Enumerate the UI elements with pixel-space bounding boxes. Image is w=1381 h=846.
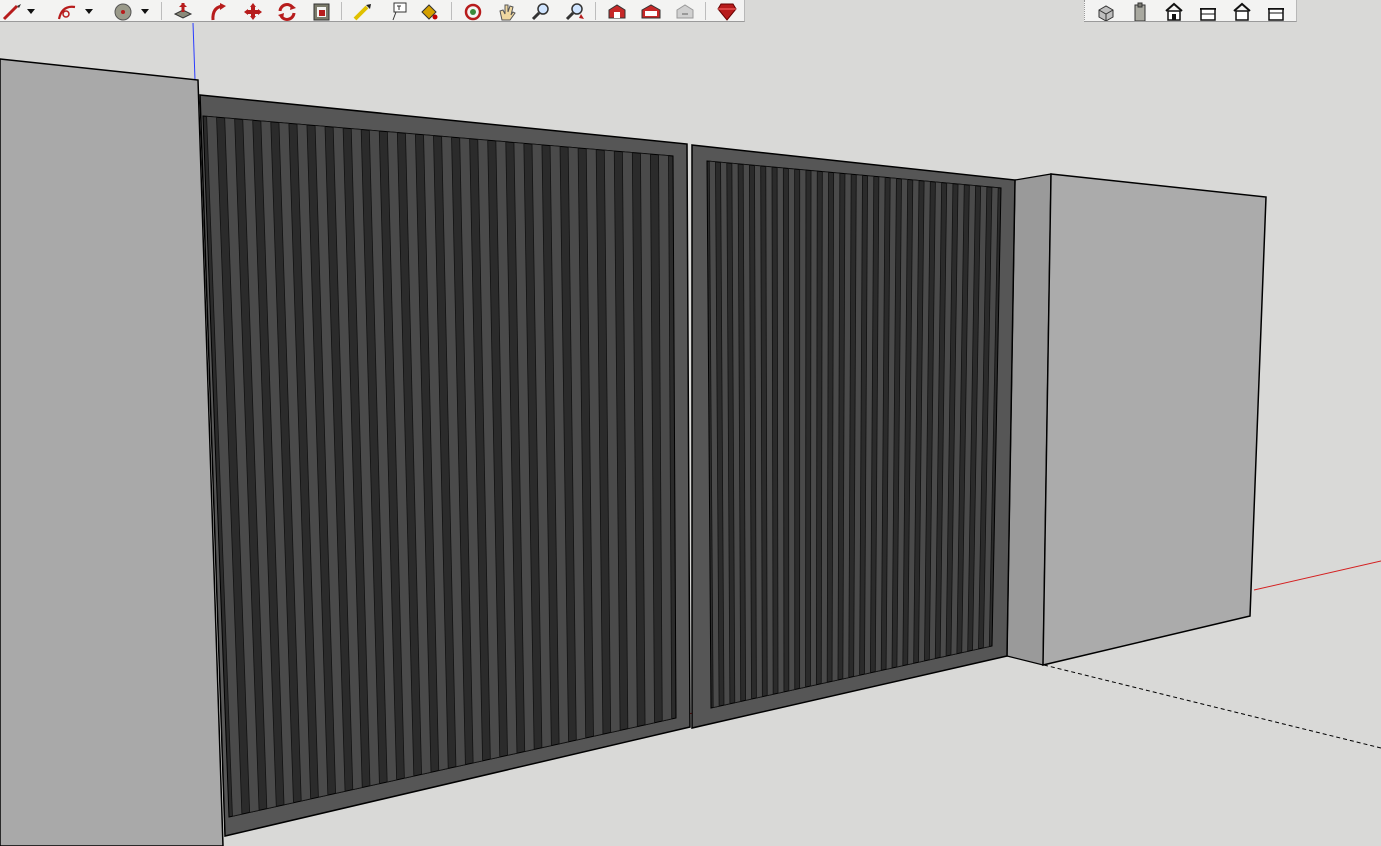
pencil-line-icon[interactable] (0, 1, 26, 21)
share-model-icon[interactable] (672, 1, 698, 21)
arc-icon[interactable] (54, 1, 80, 21)
circle-icon[interactable] (110, 1, 136, 21)
gate-slat (820, 171, 829, 685)
right-pillar-front[interactable] (1042, 173, 1267, 666)
gate-slat (765, 165, 774, 697)
rotate-icon[interactable] (274, 1, 300, 21)
orbit-icon[interactable] (460, 1, 486, 21)
right-view-icon[interactable] (1195, 1, 1221, 21)
gate-panel-left[interactable] (199, 94, 691, 837)
follow-me-icon[interactable] (206, 1, 232, 21)
left-pillar[interactable] (0, 58, 224, 846)
pan-icon[interactable] (494, 1, 520, 21)
toolbar-separator (451, 2, 452, 20)
toolbar-separator (341, 2, 342, 20)
back-view-icon[interactable] (1229, 1, 1255, 21)
move-icon[interactable] (240, 1, 266, 21)
tape-measure-icon[interactable] (350, 1, 376, 21)
dropdown-arrow-icon[interactable] (24, 1, 38, 21)
scene-canvas[interactable] (0, 23, 1381, 846)
ruby-icon[interactable] (714, 1, 740, 21)
text-icon[interactable] (386, 1, 412, 21)
gate-slat (776, 166, 785, 694)
blue-axis (192, 23, 196, 81)
extension-warehouse-icon[interactable] (638, 1, 664, 21)
paint-bucket-icon[interactable] (416, 1, 442, 21)
model-viewport[interactable] (0, 23, 1381, 846)
toolbar-separator (595, 2, 596, 20)
toolbar-separator (161, 2, 162, 20)
offset-icon[interactable] (308, 1, 334, 21)
views-toolbar (1084, 0, 1297, 22)
top-view-icon[interactable] (1127, 1, 1153, 21)
iso-view-icon[interactable] (1093, 1, 1119, 21)
dropdown-arrow-icon[interactable] (82, 1, 96, 21)
main-toolbar (0, 0, 745, 22)
gate-panel-right[interactable] (691, 144, 1016, 729)
left-view-icon[interactable] (1263, 1, 1289, 21)
gate-slat (799, 169, 807, 689)
red-axis (1253, 560, 1381, 591)
zoom-extents-icon[interactable] (562, 1, 588, 21)
zoom-icon[interactable] (528, 1, 554, 21)
front-view-icon[interactable] (1161, 1, 1187, 21)
dropdown-arrow-icon[interactable] (138, 1, 152, 21)
warehouse-icon[interactable] (604, 1, 630, 21)
green-axis-dashed (1043, 664, 1381, 749)
gate-slat (810, 170, 818, 687)
toolbar-separator (705, 2, 706, 20)
push-pull-icon[interactable] (170, 1, 196, 21)
gate-slat (788, 168, 796, 692)
